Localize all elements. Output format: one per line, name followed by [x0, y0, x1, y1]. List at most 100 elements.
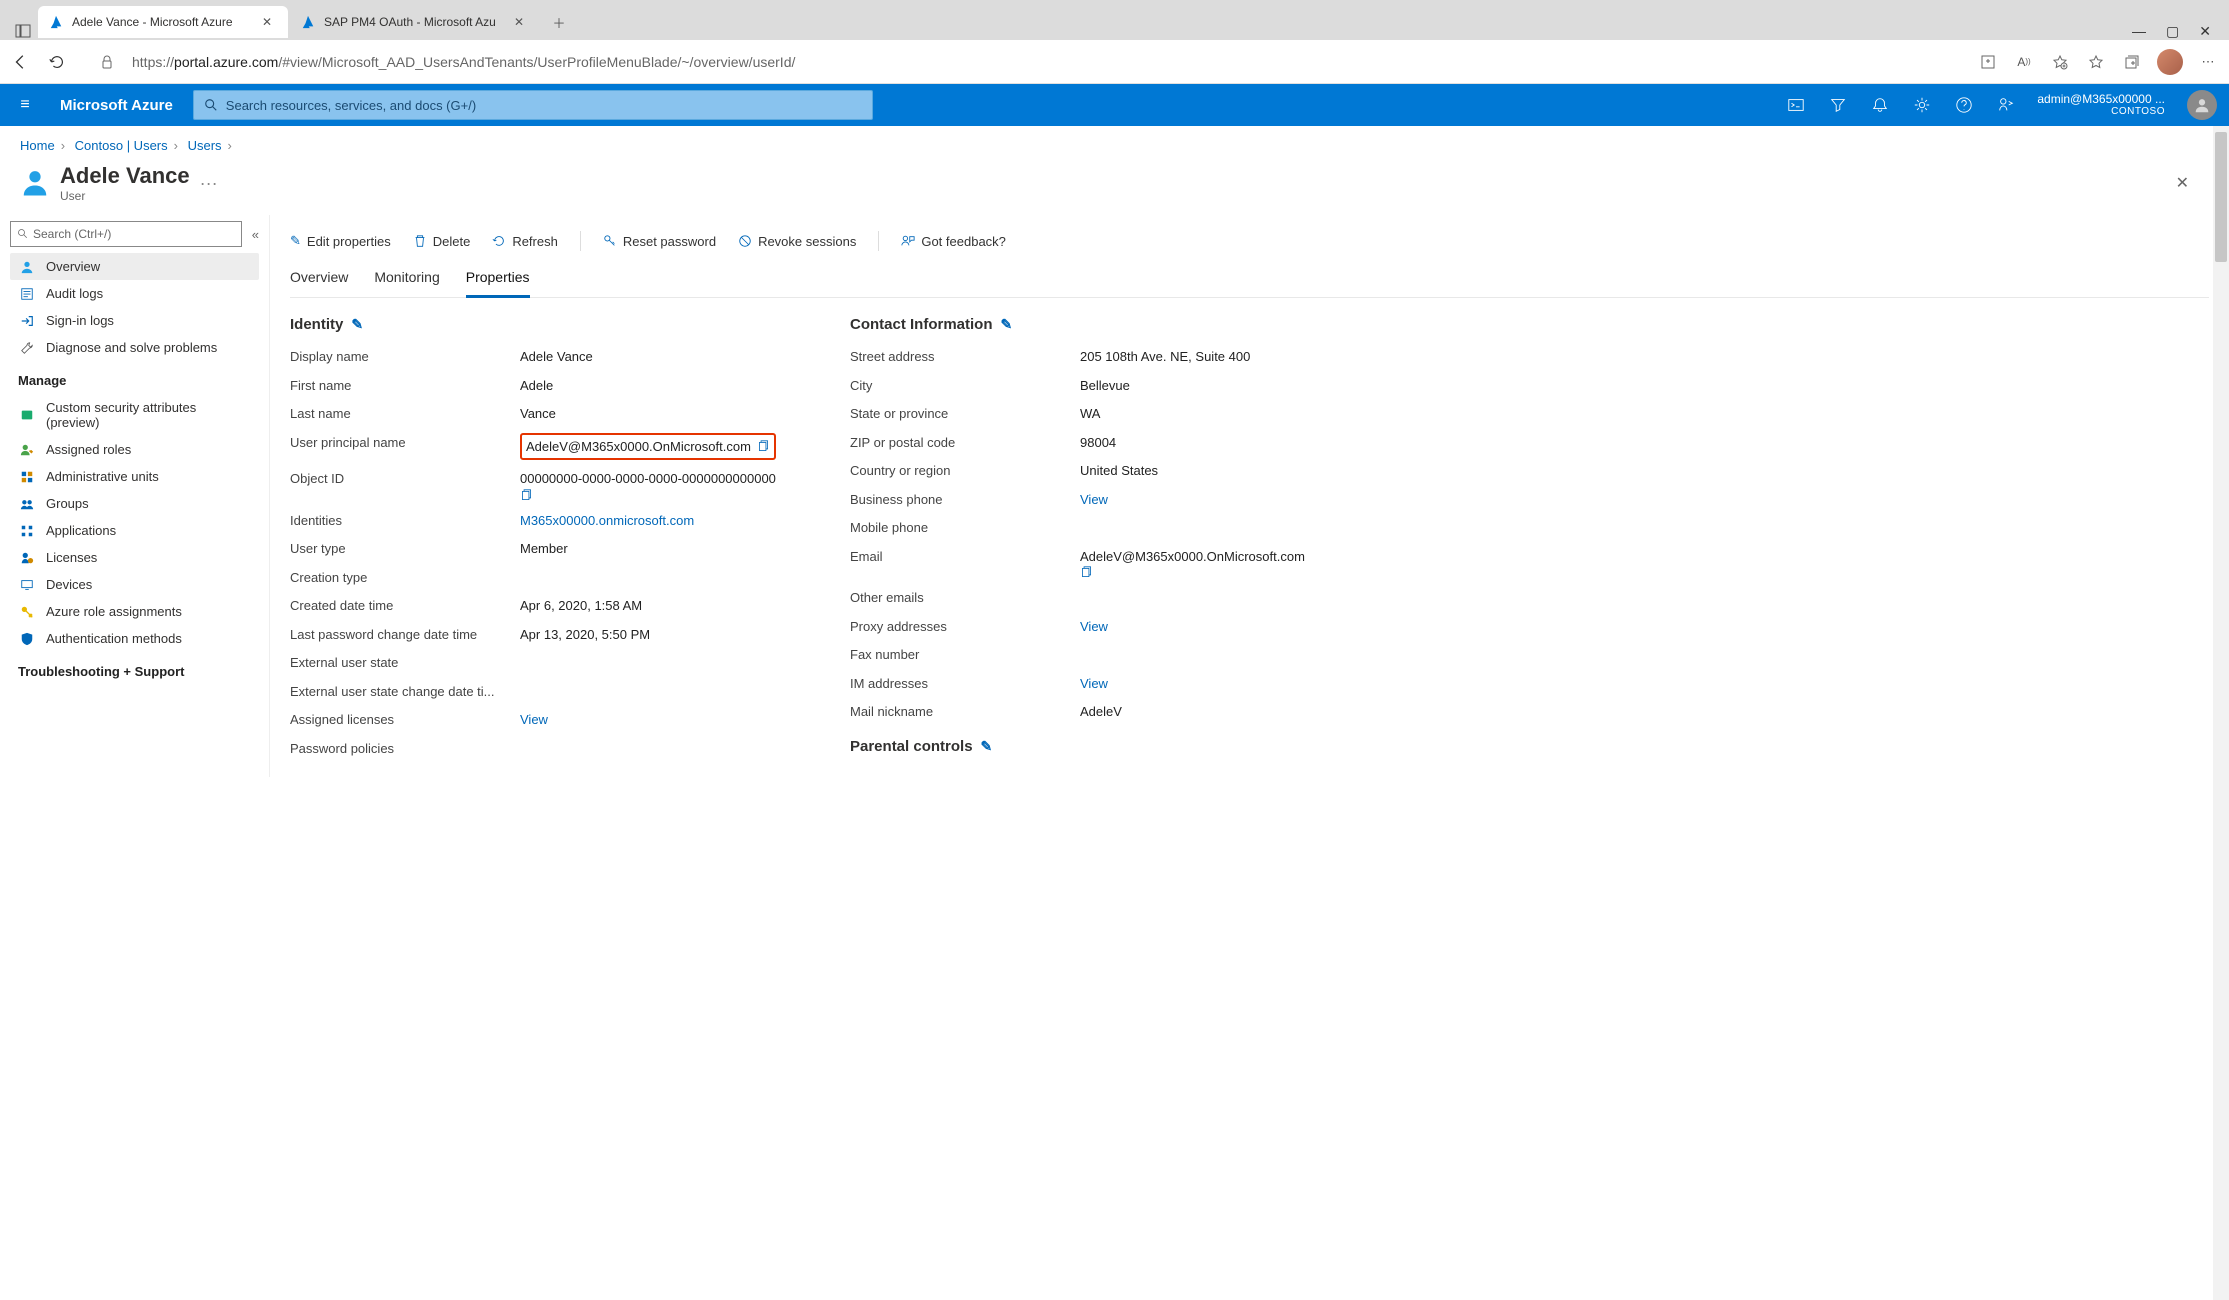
browser-tab-active[interactable]: Adele Vance - Microsoft Azure ✕: [38, 6, 288, 38]
tab-properties[interactable]: Properties: [466, 261, 530, 298]
search-icon: [204, 98, 218, 112]
collections-icon[interactable]: [2121, 51, 2143, 73]
block-icon: [738, 234, 752, 248]
tabs-overview-icon[interactable]: [14, 22, 32, 40]
crumb-users[interactable]: Users: [188, 138, 222, 153]
global-search-input[interactable]: [226, 98, 862, 113]
close-window-icon[interactable]: ✕: [2199, 23, 2211, 40]
page-subtitle: User: [60, 189, 190, 203]
page-title: Adele Vance: [60, 163, 190, 189]
im-addresses-link[interactable]: View: [1080, 676, 1108, 691]
new-tab-button[interactable]: ＋: [548, 11, 570, 33]
azure-favicon-icon: [300, 14, 316, 30]
scrollbar-track[interactable]: [2213, 126, 2229, 1300]
sidebar-item-auth[interactable]: Authentication methods: [10, 625, 259, 652]
favorites-icon[interactable]: [2085, 51, 2107, 73]
cloud-shell-icon[interactable]: [1775, 84, 1817, 126]
more-menu-icon[interactable]: ⋯: [2197, 51, 2219, 73]
badge-icon: [18, 408, 36, 422]
azure-topbar: ≡ Microsoft Azure admin@M365x00000 ... C…: [0, 84, 2229, 126]
upn-highlight: AdeleV@M365x0000.OnMicrosoft.com: [520, 433, 776, 461]
feedback-icon[interactable]: [1985, 84, 2027, 126]
identities-link[interactable]: M365x00000.onmicrosoft.com: [520, 513, 694, 528]
copy-upn-icon[interactable]: [757, 440, 770, 453]
more-actions[interactable]: ···: [200, 173, 218, 194]
hamburger-icon[interactable]: ≡: [10, 96, 40, 114]
add-favorite-icon[interactable]: [2049, 51, 2071, 73]
sidebar-item-roles[interactable]: Assigned roles: [10, 436, 259, 463]
refresh-button[interactable]: Refresh: [492, 234, 558, 249]
window-controls: — ▢ ✕: [2132, 23, 2221, 40]
trash-icon: [413, 234, 427, 248]
browser-titlebar: Adele Vance - Microsoft Azure ✕ SAP PM4 …: [0, 0, 2229, 40]
close-blade-icon[interactable]: ✕: [2176, 173, 2209, 193]
sidebar: Search (Ctrl+/) « Overview Audit logs Si…: [0, 215, 270, 777]
licenses-view-link[interactable]: View: [520, 712, 548, 727]
edit-properties-button[interactable]: ✎Edit properties: [290, 233, 391, 249]
sidebar-item-audit[interactable]: Audit logs: [10, 280, 259, 307]
minimize-icon[interactable]: —: [2132, 23, 2146, 40]
sidebar-item-csa[interactable]: Custom security attributes (preview): [10, 394, 259, 436]
account-avatar[interactable]: [2187, 90, 2217, 120]
collapse-sidebar-icon[interactable]: «: [252, 227, 259, 242]
refresh-button[interactable]: [46, 51, 68, 73]
settings-icon[interactable]: [1901, 84, 1943, 126]
section-title: Contact Information: [850, 316, 993, 333]
sidebar-search[interactable]: Search (Ctrl+/): [10, 221, 242, 247]
sidebar-item-diagnose[interactable]: Diagnose and solve problems: [10, 334, 259, 361]
feedback-button[interactable]: Got feedback?: [901, 234, 1006, 249]
crumb-contoso-users[interactable]: Contoso | Users: [75, 138, 168, 153]
user-icon: [20, 168, 50, 198]
reset-password-button[interactable]: Reset password: [603, 234, 716, 249]
tab-close-icon[interactable]: ✕: [256, 11, 278, 33]
crumb-home[interactable]: Home: [20, 138, 55, 153]
business-phone-link[interactable]: View: [1080, 492, 1108, 507]
sidebar-item-overview[interactable]: Overview: [10, 253, 259, 280]
app-install-icon[interactable]: [1977, 51, 1999, 73]
section-title: Identity: [290, 316, 343, 333]
copy-oid-icon[interactable]: [520, 489, 810, 502]
copy-email-icon[interactable]: [1080, 566, 1370, 579]
address-bar: https://portal.azure.com/#view/Microsoft…: [0, 40, 2229, 84]
azure-brand[interactable]: Microsoft Azure: [60, 97, 173, 114]
sidebar-item-groups[interactable]: Groups: [10, 490, 259, 517]
edit-parental-icon[interactable]: ✎: [981, 738, 993, 755]
read-aloud-icon[interactable]: A)): [2013, 51, 2035, 73]
license-icon: [18, 551, 36, 565]
edit-contact-icon[interactable]: ✎: [1001, 316, 1013, 333]
filter-icon[interactable]: [1817, 84, 1859, 126]
sidebar-item-devices[interactable]: Devices: [10, 571, 259, 598]
profile-avatar[interactable]: [2157, 49, 2183, 75]
role-icon: [18, 443, 36, 457]
edit-identity-icon[interactable]: ✎: [351, 316, 363, 333]
sidebar-item-apps[interactable]: Applications: [10, 517, 259, 544]
detail-panel: ✎Edit properties Delete Refresh Reset pa…: [270, 215, 2229, 777]
command-bar: ✎Edit properties Delete Refresh Reset pa…: [290, 223, 2209, 261]
sidebar-item-rbac[interactable]: Azure role assignments: [10, 598, 259, 625]
unit-icon: [18, 470, 36, 484]
groups-icon: [18, 497, 36, 511]
proxy-addresses-link[interactable]: View: [1080, 619, 1108, 634]
sidebar-item-au[interactable]: Administrative units: [10, 463, 259, 490]
help-icon[interactable]: [1943, 84, 1985, 126]
search-icon: [17, 228, 29, 240]
back-button[interactable]: [10, 51, 32, 73]
maximize-icon[interactable]: ▢: [2166, 23, 2179, 40]
tab-close-icon[interactable]: ✕: [508, 11, 530, 33]
revoke-sessions-button[interactable]: Revoke sessions: [738, 234, 856, 249]
tabs: Overview Monitoring Properties: [290, 261, 2209, 298]
sidebar-item-licenses[interactable]: Licenses: [10, 544, 259, 571]
account-info[interactable]: admin@M365x00000 ... CONTOSO: [2027, 92, 2175, 118]
tab-overview[interactable]: Overview: [290, 261, 348, 297]
notifications-icon[interactable]: [1859, 84, 1901, 126]
browser-tab-inactive[interactable]: SAP PM4 OAuth - Microsoft Azu ✕: [290, 6, 540, 38]
tab-monitoring[interactable]: Monitoring: [374, 261, 439, 297]
delete-button[interactable]: Delete: [413, 234, 471, 249]
site-info-icon[interactable]: [96, 51, 118, 73]
global-search[interactable]: [193, 90, 873, 120]
sidebar-heading-manage: Manage: [10, 361, 259, 394]
url-display[interactable]: https://portal.azure.com/#view/Microsoft…: [132, 54, 1963, 70]
identity-section: Identity✎ Display nameAdele Vance First …: [290, 316, 810, 769]
scrollbar-thumb[interactable]: [2215, 132, 2227, 262]
sidebar-item-signin[interactable]: Sign-in logs: [10, 307, 259, 334]
